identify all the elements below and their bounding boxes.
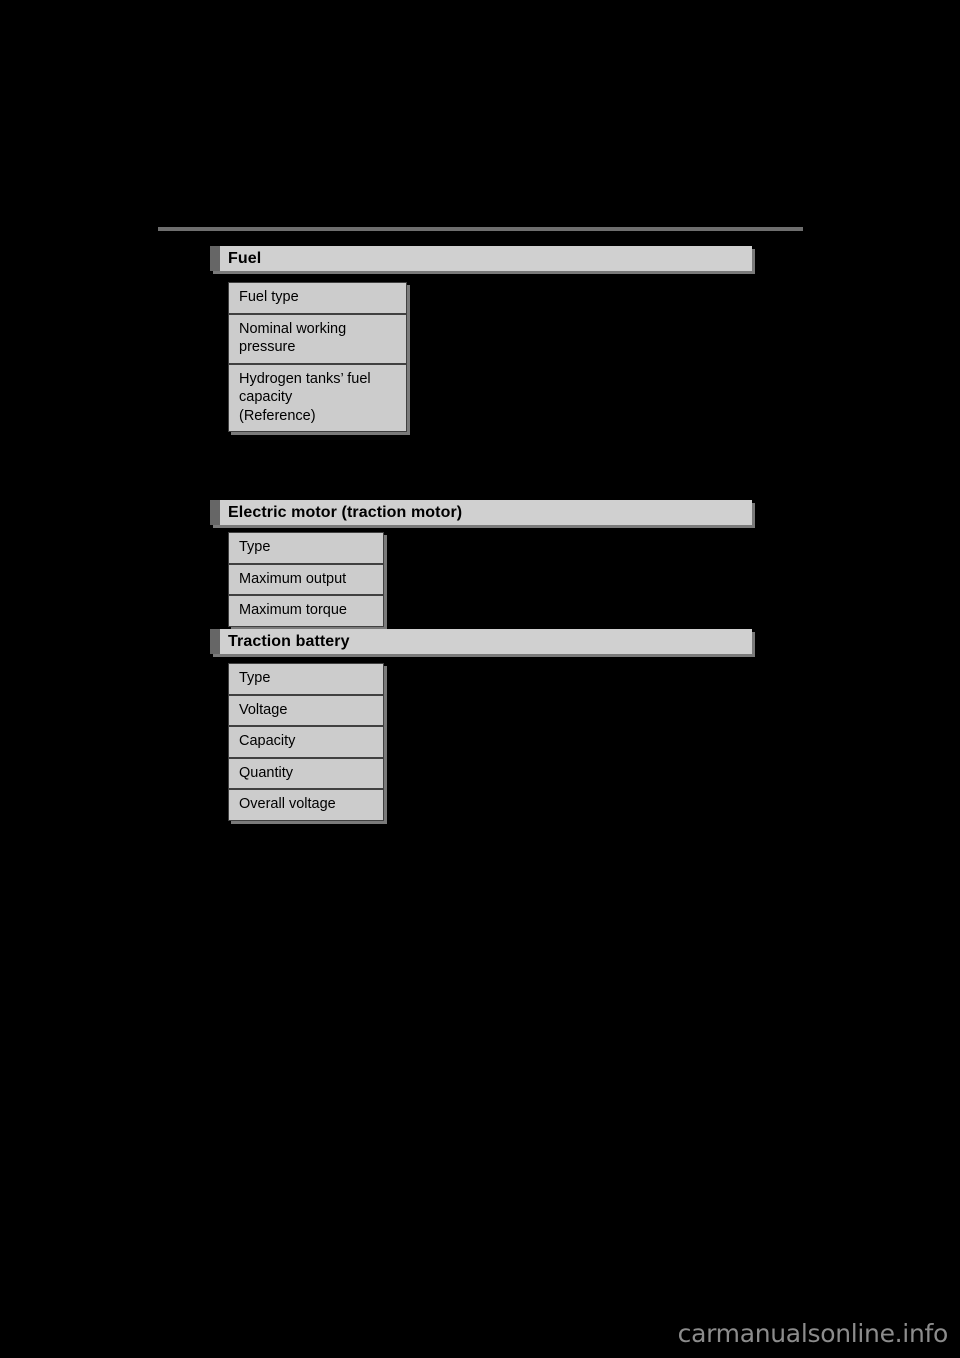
section-title-fuel: Fuel xyxy=(228,250,262,267)
cell-line: Quantity xyxy=(239,764,293,781)
table-row: Type xyxy=(228,532,384,564)
cell-line: Capacity xyxy=(239,733,296,750)
section-accent-bar-icon xyxy=(210,629,220,654)
spec-table-electric-motor: Type Maximum output Maximum torque xyxy=(228,532,384,627)
cell-line: Voltage xyxy=(239,701,288,718)
section-header-fuel: Fuel xyxy=(210,246,752,271)
manual-page: Fuel Fuel type Nominal working pressure … xyxy=(0,0,960,1358)
cell-line: Fuel type xyxy=(239,289,299,305)
table-row: Voltage xyxy=(228,694,384,727)
cell-line: capacity xyxy=(239,389,293,406)
table-row: Fuel type xyxy=(228,282,407,314)
section-header-traction-battery: Traction battery xyxy=(210,629,752,654)
table-row: Hydrogen tanks’ fuel capacity (Reference… xyxy=(228,363,407,433)
table-row: Quantity xyxy=(228,757,384,790)
section-accent-bar-icon xyxy=(210,500,220,525)
table-row: Nominal working pressure xyxy=(228,313,407,364)
section-header-electric-motor: Electric motor (traction motor) xyxy=(210,500,752,525)
cell-line: (Reference) xyxy=(239,407,316,424)
table-row: Maximum torque xyxy=(228,595,384,627)
page-top-rule xyxy=(158,227,803,231)
cell-line: Maximum torque xyxy=(239,602,347,619)
spec-table-fuel: Fuel type Nominal working pressure Hydro… xyxy=(228,282,407,433)
cell-line: Type xyxy=(239,670,271,686)
cell-line: Hydrogen tanks’ fuel xyxy=(239,370,371,387)
cell-line: Nominal working xyxy=(239,320,347,337)
section-title-electric-motor: Electric motor (traction motor) xyxy=(228,504,463,521)
cell-line: Overall voltage xyxy=(239,796,336,813)
table-row: Overall voltage xyxy=(228,789,384,821)
table-row: Type xyxy=(228,663,384,695)
cell-line: Maximum output xyxy=(239,570,347,587)
table-row: Maximum output xyxy=(228,563,384,596)
section-title-traction-battery: Traction battery xyxy=(228,633,350,650)
section-accent-bar-icon xyxy=(210,246,220,271)
table-row: Capacity xyxy=(228,726,384,758)
site-watermark: carmanualsonline.info xyxy=(677,1319,949,1348)
cell-line: pressure xyxy=(239,339,296,356)
spec-table-traction-battery: Type Voltage Capacity Quantity Overall v… xyxy=(228,663,384,821)
cell-line: Type xyxy=(239,539,271,555)
